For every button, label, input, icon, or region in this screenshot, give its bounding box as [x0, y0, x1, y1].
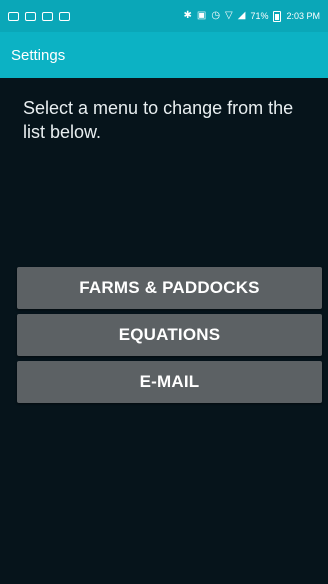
- notification-icon: [25, 11, 36, 21]
- notification-icon: [8, 11, 19, 21]
- signal-icon: ◢: [237, 10, 246, 21]
- battery-icon: [273, 10, 282, 22]
- instruction-text: Select a menu to change from the list be…: [23, 98, 294, 142]
- page-title: Settings: [11, 46, 66, 64]
- wifi-icon: ▽: [225, 10, 233, 21]
- notification-icons: [8, 11, 70, 21]
- bluetooth-icon: ✱: [183, 10, 192, 21]
- equations-button[interactable]: EQUATIONS: [17, 314, 322, 356]
- settings-screen: ✱ ▣ ◷ ▽ ◢ 71% 2:03 PM Settings Select a …: [0, 0, 328, 584]
- notification-icon: [59, 11, 70, 21]
- battery-percent: 71%: [250, 11, 269, 21]
- status-time: 2:03 PM: [286, 11, 320, 21]
- notification-icon: [42, 11, 53, 21]
- status-bar: ✱ ▣ ◷ ▽ ◢ 71% 2:03 PM: [0, 0, 328, 32]
- alarm-icon: ◷: [211, 10, 221, 21]
- email-button[interactable]: E-MAIL: [17, 361, 322, 403]
- farms-paddocks-button[interactable]: FARMS & PADDOCKS: [17, 267, 322, 309]
- app-bar: Settings: [0, 32, 328, 78]
- status-indicators: ✱ ▣ ◷ ▽ ◢ 71% 2:03 PM: [183, 10, 320, 22]
- nfc-icon: ▣: [196, 10, 207, 21]
